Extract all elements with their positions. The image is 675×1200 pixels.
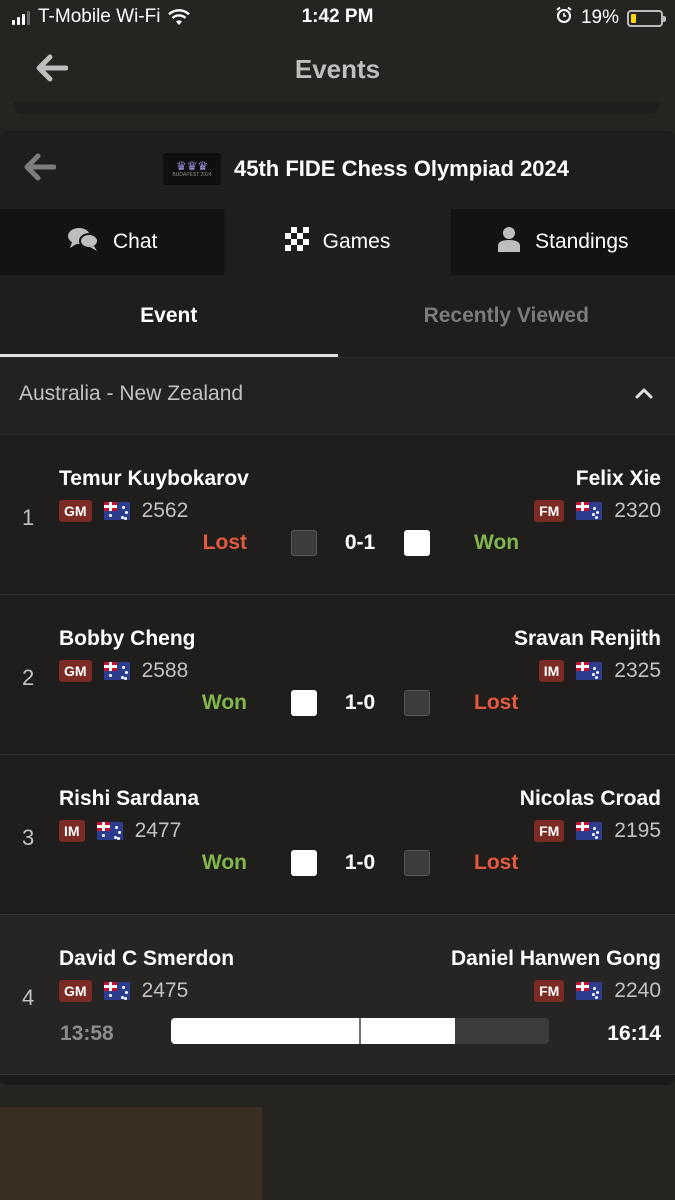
event-subtabs: Event Recently Viewed bbox=[0, 275, 675, 357]
australia-flag-icon bbox=[96, 822, 123, 840]
alarm-icon bbox=[555, 6, 573, 30]
player-rating: 2195 bbox=[614, 819, 661, 842]
white-result-label: Won bbox=[201, 691, 247, 714]
black-square-icon bbox=[404, 530, 430, 556]
event-logo: ♛♛♛ BUDAPEST 2024 bbox=[163, 153, 221, 185]
game-score: 1-0 bbox=[344, 851, 376, 874]
player-rating: 2325 bbox=[614, 659, 661, 682]
tab-games[interactable]: Games bbox=[224, 209, 450, 275]
tab-standings[interactable]: Standings bbox=[449, 209, 675, 275]
black-player-name[interactable]: Felix Xie bbox=[576, 467, 661, 491]
game-score: 1-0 bbox=[344, 691, 376, 714]
title-badge: IM bbox=[59, 820, 85, 842]
player-rating: 2240 bbox=[614, 979, 661, 1002]
event-logo-text: BUDAPEST 2024 bbox=[172, 171, 212, 178]
match-row[interactable]: 3 Rishi Sardana Nicolas Croad IM 2477 FM 2195 W… bbox=[0, 755, 675, 915]
event-title: 45th FIDE Chess Olympiad 2024 bbox=[234, 156, 570, 181]
game-result: Won 1-0 Lost bbox=[0, 688, 675, 718]
black-result-label: Lost bbox=[474, 691, 519, 714]
chat-icon bbox=[67, 226, 99, 258]
chevron-up-icon[interactable] bbox=[635, 386, 653, 404]
australia-flag-icon bbox=[103, 502, 130, 520]
black-square-icon bbox=[404, 690, 430, 716]
australia-flag-icon bbox=[103, 662, 130, 680]
game-result: Won 1-0 Lost bbox=[0, 848, 675, 878]
player-rating: 2475 bbox=[141, 979, 189, 1002]
player-rating: 2320 bbox=[614, 499, 661, 522]
app-header: Events bbox=[0, 34, 675, 104]
white-player-name[interactable]: Temur Kuybokarov bbox=[59, 467, 249, 491]
title-badge: FM bbox=[534, 980, 565, 1002]
white-result-label: Lost bbox=[202, 531, 247, 554]
board-number: 4 bbox=[22, 985, 35, 1010]
black-square-icon bbox=[404, 850, 430, 876]
white-player-info: IM 2477 bbox=[59, 819, 181, 843]
match-row[interactable]: 4 David C Smerdon Daniel Hanwen Gong GM 2475… bbox=[0, 915, 675, 1075]
white-player-name[interactable]: David C Smerdon bbox=[59, 947, 234, 971]
player-rating: 2562 bbox=[141, 499, 189, 522]
event-header: ♛♛♛ BUDAPEST 2024 45th FIDE Chess Olympi… bbox=[0, 131, 675, 209]
match-group-name: Australia - New Zealand bbox=[19, 382, 244, 405]
tab-standings-label: Standings bbox=[535, 230, 629, 253]
subtab-event[interactable]: Event bbox=[0, 275, 338, 357]
title-badge: GM bbox=[59, 500, 92, 522]
tab-chat-label: Chat bbox=[112, 230, 158, 253]
white-square-icon bbox=[291, 850, 317, 876]
subtab-recently-viewed[interactable]: Recently Viewed bbox=[338, 275, 675, 357]
title-badge: FM bbox=[534, 500, 565, 522]
australia-flag-icon bbox=[103, 982, 130, 1000]
player-rating: 2588 bbox=[141, 659, 189, 682]
new-zealand-flag-icon bbox=[576, 822, 603, 840]
new-zealand-flag-icon bbox=[576, 662, 603, 680]
white-square-icon bbox=[291, 530, 317, 556]
chessboard-icon bbox=[284, 227, 309, 257]
white-player-info: GM 2562 bbox=[59, 499, 188, 523]
new-zealand-flag-icon bbox=[576, 982, 603, 1000]
player-rating: 2477 bbox=[134, 819, 182, 842]
white-clock: 13:58 bbox=[60, 1022, 114, 1045]
white-square-icon bbox=[291, 690, 317, 716]
white-player-name[interactable]: Rishi Sardana bbox=[59, 787, 199, 811]
black-player-name[interactable]: Nicolas Croad bbox=[520, 787, 661, 811]
tab-games-label: Games bbox=[322, 230, 391, 253]
match-row[interactable]: 2 Bobby Cheng Sravan Renjith GM 2588 IM 2325 Wo… bbox=[0, 595, 675, 755]
crown-icon: ♛♛♛ bbox=[175, 158, 209, 173]
white-player-info: GM 2475 bbox=[59, 979, 188, 1003]
battery-percent: 19% bbox=[580, 7, 619, 28]
white-player-name[interactable]: Bobby Cheng bbox=[59, 627, 196, 651]
battery-icon bbox=[627, 9, 666, 27]
person-icon bbox=[497, 226, 521, 258]
black-player-info: IM 2325 bbox=[538, 659, 661, 683]
new-zealand-flag-icon bbox=[576, 502, 603, 520]
match-group-header[interactable]: Australia - New Zealand bbox=[0, 357, 675, 435]
black-result-label: Lost bbox=[474, 851, 519, 874]
match-row[interactable]: 1 Temur Kuybokarov Felix Xie GM 2562 FM 2320 Lo… bbox=[0, 435, 675, 595]
black-player-name[interactable]: Daniel Hanwen Gong bbox=[451, 947, 661, 971]
black-clock: 16:14 bbox=[607, 1022, 661, 1045]
game-score: 0-1 bbox=[344, 531, 376, 554]
title-badge: GM bbox=[59, 980, 92, 1002]
title-badge: FM bbox=[534, 820, 565, 842]
title-badge: IM bbox=[538, 660, 565, 682]
black-player-info: FM 2195 bbox=[534, 819, 661, 843]
game-result: Lost 0-1 Won bbox=[0, 528, 675, 558]
white-player-info: GM 2588 bbox=[59, 659, 188, 683]
event-tabs: Chat Games Standings bbox=[0, 209, 675, 275]
status-bar: T-Mobile Wi-Fi 1:42 PM 19% bbox=[0, 0, 675, 34]
bottom-card-preview[interactable] bbox=[0, 1107, 262, 1200]
event-back-icon[interactable] bbox=[24, 153, 57, 186]
white-result-label: Won bbox=[201, 851, 247, 874]
tab-chat[interactable]: Chat bbox=[0, 209, 225, 275]
black-player-name[interactable]: Sravan Renjith bbox=[514, 627, 661, 651]
event-panel: ♛♛♛ BUDAPEST 2024 45th FIDE Chess Olympi… bbox=[0, 131, 675, 1085]
black-player-info: FM 2240 bbox=[534, 979, 661, 1003]
evaluation-bar bbox=[171, 1018, 549, 1044]
header-shelf bbox=[14, 102, 659, 114]
title-badge: GM bbox=[59, 660, 92, 682]
black-result-label: Won bbox=[474, 531, 520, 554]
page-title: Events bbox=[294, 54, 381, 84]
black-player-info: FM 2320 bbox=[534, 499, 661, 523]
